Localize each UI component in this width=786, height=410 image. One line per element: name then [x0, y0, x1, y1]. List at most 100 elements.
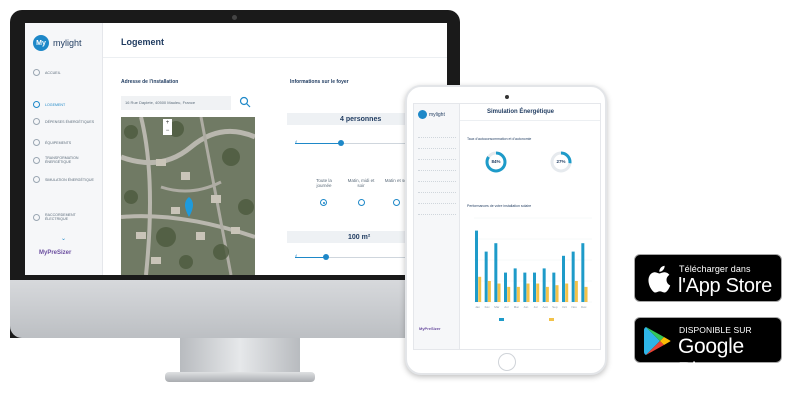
bar-series-1-Avr [507, 286, 511, 302]
bar-series-1-Jan [478, 276, 482, 302]
app-logo[interactable]: My mylight [33, 35, 82, 51]
search-icon[interactable] [239, 96, 251, 108]
chevron-down-icon[interactable]: ⌄ [61, 235, 66, 242]
slider-left-arrow-icon[interactable]: ‹ [295, 139, 297, 146]
sidebar-item-label: LOGEMENT [45, 102, 66, 107]
surface-slider-thumb[interactable] [323, 254, 329, 260]
ipad-sidebar-item[interactable] [418, 175, 456, 182]
x-tick-label: Nov [571, 305, 577, 309]
household-section-title: Informations sur le foyer [290, 79, 349, 85]
ipad-sidebar-item[interactable] [418, 142, 456, 149]
presence-radio-3[interactable] [393, 199, 400, 206]
bar-series-1-Nov [574, 281, 578, 302]
page-title: Logement [121, 37, 165, 47]
ipad-sidebar-item[interactable] [418, 197, 456, 204]
ipad-page-title: Simulation Énergétique [487, 109, 555, 115]
bar-series-1-Jul [536, 283, 540, 302]
x-tick-label: Avr [504, 305, 508, 309]
x-tick-label: Jul [534, 305, 538, 309]
logo-text: mylight [53, 38, 82, 48]
bar-series-1-Aoû [545, 286, 549, 302]
x-tick-label: Oct [562, 305, 567, 309]
sidebar-item-accueil[interactable]: ACCUEIL [33, 69, 99, 76]
bar-series-0-Jan [475, 230, 478, 302]
ipad-sidebar-item[interactable] [418, 208, 456, 215]
slider-left-arrow-icon[interactable]: ‹ [295, 253, 297, 260]
bar-series-0-Avr [504, 272, 507, 302]
x-tick-label: Sep [552, 305, 558, 309]
bar-series-0-Déc [581, 243, 585, 302]
bar-series-0-Aoû [542, 268, 546, 302]
ipad-screen: mylight MyPreSizer Simulation Énergétiqu… [413, 103, 601, 350]
house-check-icon [33, 101, 40, 108]
bar-series-1-Mai [516, 286, 520, 302]
sidebar-item-raccordement[interactable]: RACCORDEMENT ÉLECTRIQUE [33, 213, 99, 221]
google-play-line1: DISPONIBLE SUR [679, 325, 752, 335]
ipad-sidebar-item[interactable] [418, 186, 456, 193]
imac-stand [180, 338, 300, 374]
sidebar-item-simulation[interactable]: SIMULATION ÉNERGÉTIQUE [33, 176, 99, 183]
camera-icon [232, 15, 237, 20]
ipad-topbar-divider [460, 120, 600, 121]
satellite-map[interactable]: + − [121, 117, 255, 275]
bar-series-1-Jun [526, 283, 530, 302]
persons-slider-fill [295, 143, 340, 144]
app-store-line2: l'App Store [678, 275, 772, 297]
bar-series-0-Nov [571, 251, 575, 302]
sidebar-item-label: RACCORDEMENT ÉLECTRIQUE [45, 213, 76, 221]
sidebar-item-transformation[interactable]: TRANSFORMATION ÉNERGÉTIQUE [33, 156, 99, 164]
ipad-app-logo[interactable]: mylight [418, 110, 445, 119]
bar-series-1-Fév [487, 281, 491, 302]
map-zoom-controls[interactable]: + − [163, 119, 172, 135]
x-tick-label: Mai [514, 305, 519, 309]
logo-badge: My [33, 35, 49, 51]
play-icon [644, 327, 671, 355]
gauge1-value: 84% [491, 159, 501, 164]
sidebar-item-equipements[interactable]: ÉQUIPEMENTS [33, 139, 99, 146]
energy-bar-chart: Jan Fév Mar Avr Mai Jun Jul Aoû Sep Oct Nov Déc [474, 217, 592, 309]
ipad-nav-list [418, 131, 456, 219]
address-input[interactable]: 16 Rue Daplete, 40500 Mauleu, France [121, 96, 231, 110]
ipad-logo-text: mylight [429, 111, 445, 118]
legend-swatch-consumption [549, 318, 554, 321]
sidebar-item-depenses[interactable]: DÉPENSES ÉNERGÉTIQUES [33, 118, 99, 125]
bar-series-1-Déc [584, 286, 588, 302]
x-tick-label: Jan [475, 305, 480, 309]
bar-series-0-Jul [533, 272, 536, 302]
presence-radio-1[interactable] [320, 199, 327, 206]
ipad-section2-title: Performances de votre installation solai… [467, 204, 532, 208]
bar-series-1-Oct [565, 283, 569, 302]
refresh-icon [33, 156, 40, 164]
sidebar-item-label: DÉPENSES ÉNERGÉTIQUES [45, 119, 95, 124]
imac-chin [10, 280, 460, 338]
app-store-badge[interactable]: Télécharger dans l'App Store [634, 254, 782, 302]
presence-option-label-2: Matin, midi et soir [347, 178, 375, 188]
euro-icon [33, 118, 40, 125]
bolt-icon [33, 213, 40, 221]
bar-series-0-Jun [523, 272, 527, 302]
app-store-line1: Télécharger dans [679, 264, 751, 274]
ipad-sidebar-item[interactable] [418, 164, 456, 171]
ipad-section1-title: Taux d'autoconsommation et d'autonomie [467, 137, 532, 141]
plug-icon [33, 139, 40, 146]
ipad-sidebar-item[interactable] [418, 153, 456, 160]
bar-series-1-Mar [497, 283, 501, 302]
presence-option-label-1: Toute la journée [316, 178, 332, 188]
x-tick-label: Jun [523, 305, 528, 309]
bar-series-0-Fév [484, 251, 488, 302]
surface-value[interactable]: 100 m² [348, 234, 370, 241]
ipad-footer-brand: MyPreSizer [419, 326, 441, 331]
ipad-sidebar-item[interactable] [418, 131, 456, 138]
chart-icon [33, 176, 40, 183]
sidebar-item-logement[interactable]: LOGEMENT [33, 101, 99, 108]
persons-value[interactable]: 4 personnes [340, 116, 381, 123]
bar-series-0-Mar [494, 243, 498, 302]
home-button [498, 353, 516, 371]
presence-radio-2[interactable] [358, 199, 365, 206]
imac-stand-base [165, 372, 315, 382]
persons-slider-thumb[interactable] [338, 140, 344, 146]
sidebar-item-label: SIMULATION ÉNERGÉTIQUE [45, 177, 94, 182]
google-play-badge[interactable]: DISPONIBLE SUR Google Play [634, 317, 782, 382]
camera-icon [505, 95, 509, 99]
bar-series-0-Oct [562, 255, 565, 302]
